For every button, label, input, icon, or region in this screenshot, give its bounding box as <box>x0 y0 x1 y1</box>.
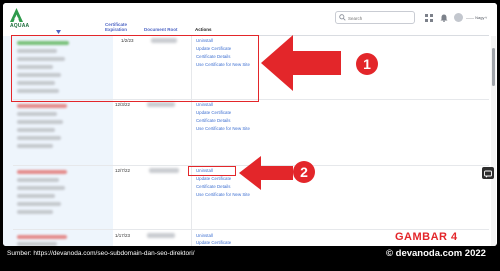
update-certificate-link[interactable]: Update Certificate <box>196 176 231 181</box>
redacted-domain <box>17 112 57 116</box>
redacted-domain <box>17 104 67 108</box>
redacted-domain <box>17 120 63 124</box>
redacted-domain <box>17 178 59 182</box>
use-certificate-new-site-link[interactable]: Use Certificate for New Site <box>196 126 250 131</box>
redacted-domain <box>17 210 53 214</box>
redacted-document-root <box>147 233 175 238</box>
app-logo-icon[interactable] <box>10 8 23 22</box>
expiration-date: 12/3/22 <box>115 102 131 107</box>
column-header-document-root[interactable]: Document Root <box>144 27 178 32</box>
redacted-domain <box>17 242 57 246</box>
expiration-date: 12/7/22 <box>115 168 131 173</box>
user-name[interactable]: —— Nagy <box>466 15 484 20</box>
table-header: Certificate Expiration Document Root Act… <box>3 21 497 35</box>
redacted-domain <box>17 170 67 174</box>
highlight-box-1 <box>11 35 259 102</box>
search-icon <box>339 14 346 21</box>
annotation-arrow-icon <box>261 35 341 91</box>
row-divider <box>13 229 489 230</box>
screenshot-frame: AQUAA —— Nagy ˅ Certificate Ex <box>0 0 500 271</box>
redacted-document-root <box>147 102 175 107</box>
redacted-domain <box>17 194 55 198</box>
browser-viewport: AQUAA —— Nagy ˅ Certificate Ex <box>3 3 497 246</box>
chevron-down-icon[interactable]: ˅ <box>485 15 487 20</box>
redacted-domain <box>17 144 53 148</box>
source-credit: Sumber: https://devanoda.com/seo-subdoma… <box>7 250 195 257</box>
redacted-domain <box>17 235 67 239</box>
callout-number-1: 1 <box>356 53 378 75</box>
update-certificate-link[interactable]: Update Certificate <box>196 240 231 245</box>
redacted-domain <box>17 202 61 206</box>
certificate-details-link[interactable]: Certificate Details <box>196 118 230 123</box>
chat-widget-button[interactable] <box>482 167 494 179</box>
copyright-notice: © devanoda.com 2022 <box>386 248 486 259</box>
chat-icon <box>484 170 492 178</box>
sort-arrow-icon[interactable] <box>56 30 61 34</box>
annotation-arrow-icon <box>239 156 293 190</box>
redacted-domain <box>17 136 61 140</box>
redacted-document-root <box>149 168 179 173</box>
redacted-domain <box>17 128 55 132</box>
figure-label: GAMBAR 4 <box>395 231 458 243</box>
certificate-details-link[interactable]: Certificate Details <box>196 184 230 189</box>
scrollbar-thumb[interactable] <box>492 48 495 86</box>
expiration-date: 1/17/23 <box>115 233 131 238</box>
callout-number-2: 2 <box>293 161 315 183</box>
use-certificate-new-site-link[interactable]: Use Certificate for New Site <box>196 192 250 197</box>
uninstall-link[interactable]: Uninstall <box>196 102 213 107</box>
highlight-box-2 <box>188 166 236 176</box>
redacted-domain <box>17 186 65 190</box>
column-header-certificate-expiration[interactable]: Certificate Expiration <box>105 22 127 32</box>
column-header-actions: Actions <box>195 27 212 32</box>
uninstall-link[interactable]: Uninstall <box>196 233 213 238</box>
update-certificate-link[interactable]: Update Certificate <box>196 110 231 115</box>
